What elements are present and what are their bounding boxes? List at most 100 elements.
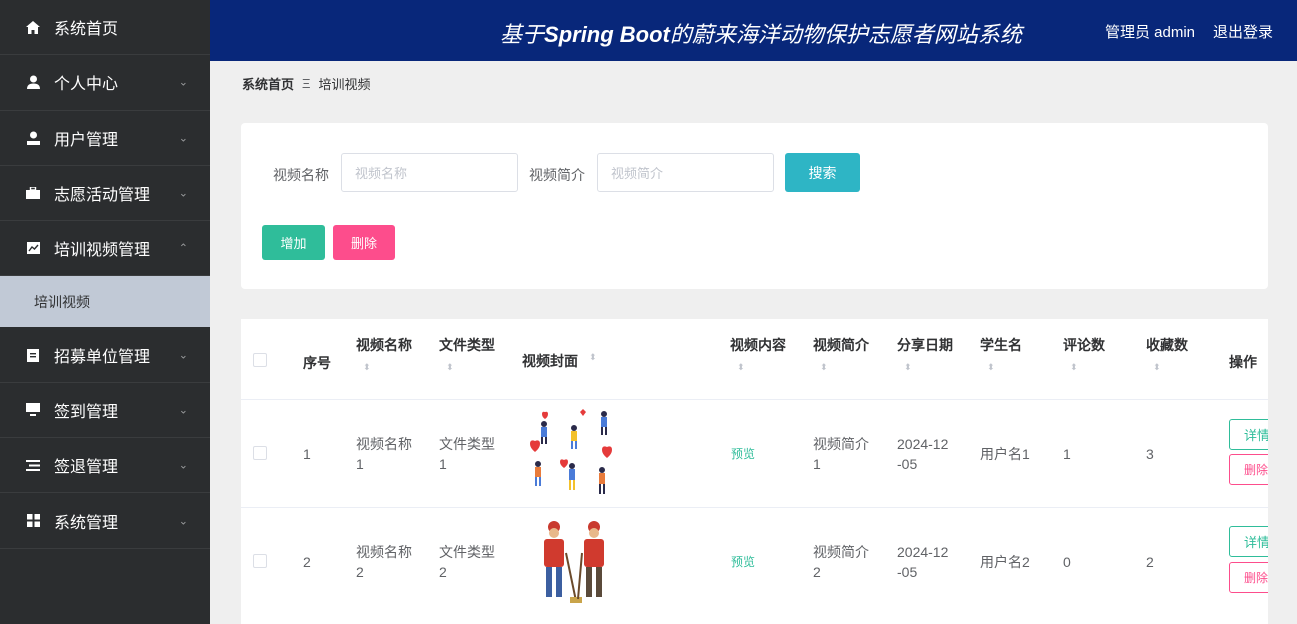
sidebar-item-volunteer-activity[interactable]: 志愿活动管理 ⌄ [0, 166, 210, 222]
cell-student: 用户名1 [980, 446, 1030, 462]
chevron-up-icon: ⌃ [178, 242, 188, 255]
home-icon [26, 20, 40, 34]
list-icon [26, 458, 40, 472]
cell-file-type: 文件类型 1 [439, 436, 495, 472]
chevron-down-icon: ⌄ [178, 132, 188, 145]
video-intro-label: 视频简介 [529, 167, 585, 183]
row-delete-button[interactable]: 删除 [1229, 562, 1268, 593]
sidebar-subitem-training-video[interactable]: 培训视频 [0, 276, 210, 328]
video-name-input[interactable]: 视频名称 [341, 153, 518, 192]
search-panel: 视频名称 视频名称 视频简介 视频简介 搜索 增加 删除 [241, 123, 1268, 289]
cell-comments: 1 [1063, 446, 1071, 462]
select-all-checkbox[interactable] [253, 353, 267, 367]
current-user: 管理员 admin [1104, 24, 1195, 41]
chevron-down-icon: ⌄ [178, 459, 188, 472]
col-header-student[interactable]: 学生名 [980, 335, 1022, 355]
top-header: 基于Spring Boot的蔚来海洋动物保护志愿者网站系统 管理员 admin … [210, 0, 1297, 61]
col-header-actions: 操作 [1229, 354, 1257, 370]
cell-comments: 0 [1063, 554, 1071, 570]
delete-button[interactable]: 删除 [333, 225, 395, 260]
cell-index: 1 [303, 446, 311, 462]
breadcrumb-separator: Ξ [302, 76, 311, 91]
sidebar-item-training-video[interactable]: 培训视频管理 ⌃ [0, 221, 210, 277]
sidebar-item-user-management[interactable]: 用户管理 ⌄ [0, 111, 210, 166]
col-header-file-type[interactable]: 文件类型 [439, 335, 495, 355]
sidebar-item-label: 培训视频管理 [54, 242, 151, 260]
chevron-down-icon: ⌄ [178, 187, 188, 200]
chevron-down-icon: ⌄ [178, 404, 188, 417]
sort-icon[interactable]: ⬍ [904, 363, 912, 372]
chart-icon [26, 241, 40, 255]
sidebar-item-label: 签到管理 [54, 403, 119, 421]
logout-link[interactable]: 退出登录 [1213, 21, 1273, 42]
cell-favorites: 3 [1146, 446, 1154, 462]
video-name-label: 视频名称 [273, 167, 329, 183]
cell-file-type: 文件类型 2 [439, 544, 495, 580]
col-header-intro[interactable]: 视频简介 [813, 335, 869, 355]
grid-icon [26, 514, 40, 528]
video-cover-image [522, 404, 625, 500]
col-header-comments[interactable]: 评论数 [1063, 335, 1105, 355]
briefcase-icon [26, 186, 40, 200]
sort-icon[interactable]: ⬍ [589, 353, 597, 362]
add-button[interactable]: 增加 [262, 225, 325, 260]
cell-student: 用户名2 [980, 554, 1030, 570]
breadcrumb: 系统首页 Ξ 培训视频 [242, 74, 370, 93]
sidebar-item-label: 个人中心 [54, 76, 119, 94]
video-intro-input[interactable]: 视频简介 [597, 153, 774, 192]
row-checkbox[interactable] [253, 554, 267, 568]
user-icon [26, 131, 40, 145]
sort-icon[interactable]: ⬍ [737, 363, 745, 372]
video-preview-link[interactable]: 预览 [731, 444, 755, 464]
chevron-down-icon: ⌄ [178, 349, 188, 362]
row-delete-button[interactable]: 删除 [1229, 454, 1268, 485]
video-cover-image [522, 513, 625, 609]
cell-share-date: 2024-12 -05 [897, 436, 949, 472]
sidebar: 系统首页 个人中心 ⌄ 用户管理 ⌄ 志愿活动管理 ⌄ 培训视频管理 ⌃ 培训视… [0, 0, 210, 624]
sort-icon[interactable]: ⬍ [446, 363, 454, 372]
row-checkbox[interactable] [253, 446, 267, 460]
breadcrumb-current: 培训视频 [318, 77, 371, 92]
detail-button[interactable]: 详情 [1229, 419, 1268, 450]
breadcrumb-home[interactable]: 系统首页 [242, 74, 294, 93]
sidebar-item-label: 签退管理 [54, 459, 119, 477]
sort-icon[interactable]: ⬍ [363, 363, 371, 372]
clipboard-icon [26, 348, 40, 362]
col-header-content[interactable]: 视频内容 [730, 335, 786, 355]
page-title: 基于Spring Boot的蔚来海洋动物保护志愿者网站系统 [500, 22, 1022, 47]
sidebar-item-label: 系统首页 [54, 21, 119, 39]
sidebar-item-sign-out[interactable]: 签退管理 ⌄ [0, 438, 210, 494]
col-header-share-date[interactable]: 分享日期 [897, 335, 953, 355]
sort-icon[interactable]: ⬍ [1153, 363, 1161, 372]
col-header-video-name[interactable]: 视频名称 [356, 335, 412, 355]
table-row: 1 视频名称 1 文件类型 1 预览 视频简介 1 2024-12 -05 用户名1 1… [241, 399, 1268, 507]
sidebar-item-label: 用户管理 [54, 131, 119, 149]
sort-icon[interactable]: ⬍ [1070, 363, 1078, 372]
sort-icon[interactable]: ⬍ [987, 363, 995, 372]
sidebar-item-sign-in[interactable]: 签到管理 ⌄ [0, 383, 210, 439]
col-header-cover[interactable]: 视频封面 [522, 351, 578, 371]
user-icon [26, 75, 40, 90]
sidebar-item-personal-center[interactable]: 个人中心 ⌄ [0, 55, 210, 111]
sidebar-item-home[interactable]: 系统首页 [0, 0, 210, 56]
chevron-down-icon: ⌄ [178, 515, 188, 528]
cell-video-name: 视频名称 2 [356, 544, 412, 580]
cell-favorites: 2 [1146, 554, 1154, 570]
monitor-icon [26, 403, 40, 417]
sort-icon[interactable]: ⬍ [820, 363, 828, 372]
chevron-down-icon: ⌄ [178, 76, 188, 89]
col-header-index: 序号 [303, 355, 331, 371]
video-table: 序号 视频名称 ⬍ 文件类型 ⬍ 视频封面 ⬍ 视频内容 ⬍ 视频简介 ⬍ 分享… [241, 319, 1268, 624]
cell-share-date: 2024-12 -05 [897, 544, 949, 580]
cell-index: 2 [303, 554, 311, 570]
search-button[interactable]: 搜索 [785, 153, 860, 192]
sidebar-item-label: 招募单位管理 [54, 348, 151, 366]
sidebar-item-recruitment-unit[interactable]: 招募单位管理 ⌄ [0, 327, 210, 383]
sidebar-item-system-management[interactable]: 系统管理 ⌄ [0, 493, 210, 549]
sidebar-item-label: 志愿活动管理 [54, 187, 151, 205]
cell-intro: 视频简介 2 [813, 544, 869, 580]
detail-button[interactable]: 详情 [1229, 526, 1268, 557]
col-header-favorites[interactable]: 收藏数 [1146, 335, 1188, 355]
cell-video-name: 视频名称 1 [356, 436, 412, 472]
video-preview-link[interactable]: 预览 [731, 552, 755, 572]
